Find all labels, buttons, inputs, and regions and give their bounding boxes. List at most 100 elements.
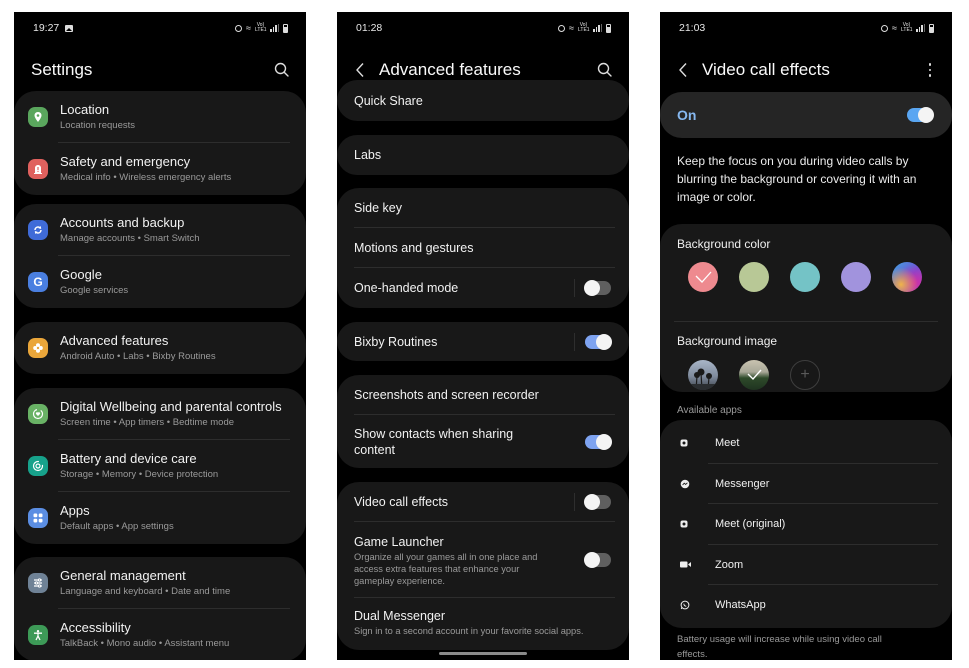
- search-icon: [274, 62, 289, 77]
- settings-item-battery-and-device-care[interactable]: Battery and device care Storage • Memory …: [14, 440, 306, 492]
- item-title: Digital Wellbeing and parental controls: [60, 399, 282, 414]
- item-subtitle: Language and keyboard • Date and time: [60, 586, 231, 597]
- add-background-image-button[interactable]: +: [790, 360, 820, 390]
- background-color-label: Background color: [677, 237, 771, 251]
- status-bar: 19:27 ≈ Vo) LTE1: [14, 12, 306, 44]
- item-subtitle: Organize all your games all in one place…: [354, 551, 538, 586]
- status-time: 01:28: [356, 22, 383, 34]
- side-key-item[interactable]: Side key: [337, 188, 629, 228]
- show-contacts-item[interactable]: Show contacts when sharing content: [337, 415, 629, 468]
- alarm-icon: [235, 24, 243, 32]
- item-title: Motions and gestures: [354, 241, 474, 255]
- bixby-routines-toggle[interactable]: [585, 333, 612, 350]
- item-title: General management: [60, 568, 186, 583]
- master-switch-toggle[interactable]: [907, 107, 934, 123]
- item-subtitle: Android Auto • Labs • Bixby Routines: [60, 351, 216, 362]
- settings-item-advanced-features[interactable]: Advanced features Android Auto • Labs • B…: [14, 322, 306, 374]
- video-call-effects-toggle[interactable]: [584, 494, 611, 510]
- one-handed-mode-item[interactable]: One-handed mode: [337, 268, 629, 308]
- home-indicator[interactable]: [439, 652, 527, 655]
- battery-footnote: Battery usage will increase while using …: [677, 634, 882, 660]
- item-subtitle: Storage • Memory • Device protection: [60, 469, 219, 480]
- selected-check-icon: [695, 271, 712, 283]
- master-switch-row[interactable]: On: [660, 92, 952, 138]
- chevron-left-icon: [356, 63, 364, 77]
- back-button[interactable]: [349, 59, 371, 81]
- divider: [574, 493, 575, 511]
- color-swatch-gradient[interactable]: [892, 262, 922, 292]
- settings-item-google[interactable]: G Google Google services: [14, 256, 306, 308]
- page-title: Settings: [31, 60, 93, 79]
- more-options-button[interactable]: [924, 60, 936, 80]
- settings-item-accessibility[interactable]: Accessibility TalkBack • Mono audio • Ass…: [14, 609, 306, 660]
- device-care-icon: [28, 456, 48, 476]
- app-item-meet[interactable]: Meet: [660, 423, 952, 464]
- item-title: Screenshots and screen recorder: [354, 388, 539, 402]
- sync-icon: [28, 220, 48, 240]
- chevron-left-icon: [679, 63, 687, 77]
- location-icon: [28, 107, 48, 127]
- item-subtitle: Google services: [60, 285, 129, 296]
- one-handed-mode-toggle[interactable]: [584, 280, 611, 296]
- sliders-icon: [28, 573, 48, 593]
- game-launcher-item[interactable]: Game Launcher Organize all your games al…: [337, 522, 629, 598]
- controls-card: Side key Motions and gestures One-handed…: [337, 188, 629, 308]
- page-title: Advanced features: [379, 60, 521, 79]
- settings-item-digital-wellbeing-and-parental-controls[interactable]: Digital Wellbeing and parental controls S…: [14, 388, 306, 440]
- item-title: Apps: [60, 503, 90, 518]
- search-button[interactable]: [272, 60, 292, 80]
- background-image-palm-trees[interactable]: [688, 360, 718, 390]
- show-contacts-toggle[interactable]: [585, 433, 612, 450]
- settings-item-accounts-and-backup[interactable]: Accounts and backup Manage accounts • Sma…: [14, 204, 306, 256]
- app-name: Messenger: [715, 477, 770, 490]
- settings-group: Accounts and backup Manage accounts • Sma…: [14, 204, 306, 308]
- search-button[interactable]: [595, 60, 615, 80]
- item-subtitle: Location requests: [60, 120, 135, 131]
- background-image-landscape[interactable]: [739, 360, 769, 390]
- app-item-whatsapp[interactable]: WhatsApp: [660, 585, 952, 626]
- dual-messenger-item[interactable]: Dual Messenger Sign in to a second accou…: [337, 598, 629, 648]
- settings-item-general-management[interactable]: General management Language and keyboard …: [14, 557, 306, 609]
- item-title: Accounts and backup: [60, 215, 185, 230]
- quick-share-item[interactable]: Quick Share: [337, 80, 629, 121]
- color-swatch-pink[interactable]: [688, 262, 718, 292]
- divider: [674, 321, 938, 322]
- settings-item-apps[interactable]: Apps Default apps • App settings: [14, 492, 306, 544]
- bixby-routines-item[interactable]: Bixby Routines: [337, 322, 629, 361]
- video-call-effects-item[interactable]: Video call effects: [337, 482, 629, 522]
- item-title: One-handed mode: [354, 281, 459, 295]
- item-title: Safety and emergency: [60, 154, 191, 169]
- item-title: Labs: [354, 148, 382, 162]
- labs-item[interactable]: Labs: [337, 135, 629, 175]
- app-item-meet-original[interactable]: Meet (original): [660, 504, 952, 545]
- selected-check-icon: [747, 369, 762, 381]
- app-bar: Video call effects: [660, 56, 952, 84]
- item-subtitle: Screen time • App timers • Bedtime mode: [60, 417, 235, 428]
- settings-group: Digital Wellbeing and parental controls S…: [14, 388, 306, 544]
- color-swatch-lavender[interactable]: [841, 262, 871, 292]
- alarm-icon: [558, 24, 566, 32]
- gear-flower-icon: [28, 338, 48, 358]
- settings-item-location[interactable]: Location Location requests: [14, 91, 306, 143]
- volte-icon: Vo) LTE1: [255, 22, 267, 33]
- sharing-card: Screenshots and screen recorder Show con…: [337, 375, 629, 468]
- feature-description: Keep the focus on you during video calls…: [677, 154, 917, 204]
- app-item-messenger[interactable]: Messenger: [660, 464, 952, 504]
- plus-icon: +: [800, 366, 810, 383]
- game-launcher-toggle[interactable]: [584, 552, 611, 568]
- motions-gestures-item[interactable]: Motions and gestures: [337, 228, 629, 268]
- app-name: Meet (original): [715, 518, 786, 531]
- back-button[interactable]: [672, 59, 694, 81]
- meet-original-icon: [679, 520, 691, 528]
- volte-icon: Vo) LTE1: [578, 22, 590, 33]
- screenshots-item[interactable]: Screenshots and screen recorder: [337, 375, 629, 415]
- gallery-notification-icon: [65, 24, 74, 32]
- safety-icon: [28, 159, 48, 179]
- apps-grid-icon: [28, 508, 48, 528]
- more-features-card: Video call effects Game Launcher Organiz…: [337, 482, 629, 650]
- item-subtitle: Default apps • App settings: [60, 521, 174, 532]
- settings-item-safety-and-emergency[interactable]: Safety and emergency Medical info • Wirel…: [14, 143, 306, 195]
- color-swatch-sage[interactable]: [739, 262, 769, 292]
- app-item-zoom[interactable]: Zoom: [660, 545, 952, 585]
- color-swatch-teal[interactable]: [790, 262, 820, 292]
